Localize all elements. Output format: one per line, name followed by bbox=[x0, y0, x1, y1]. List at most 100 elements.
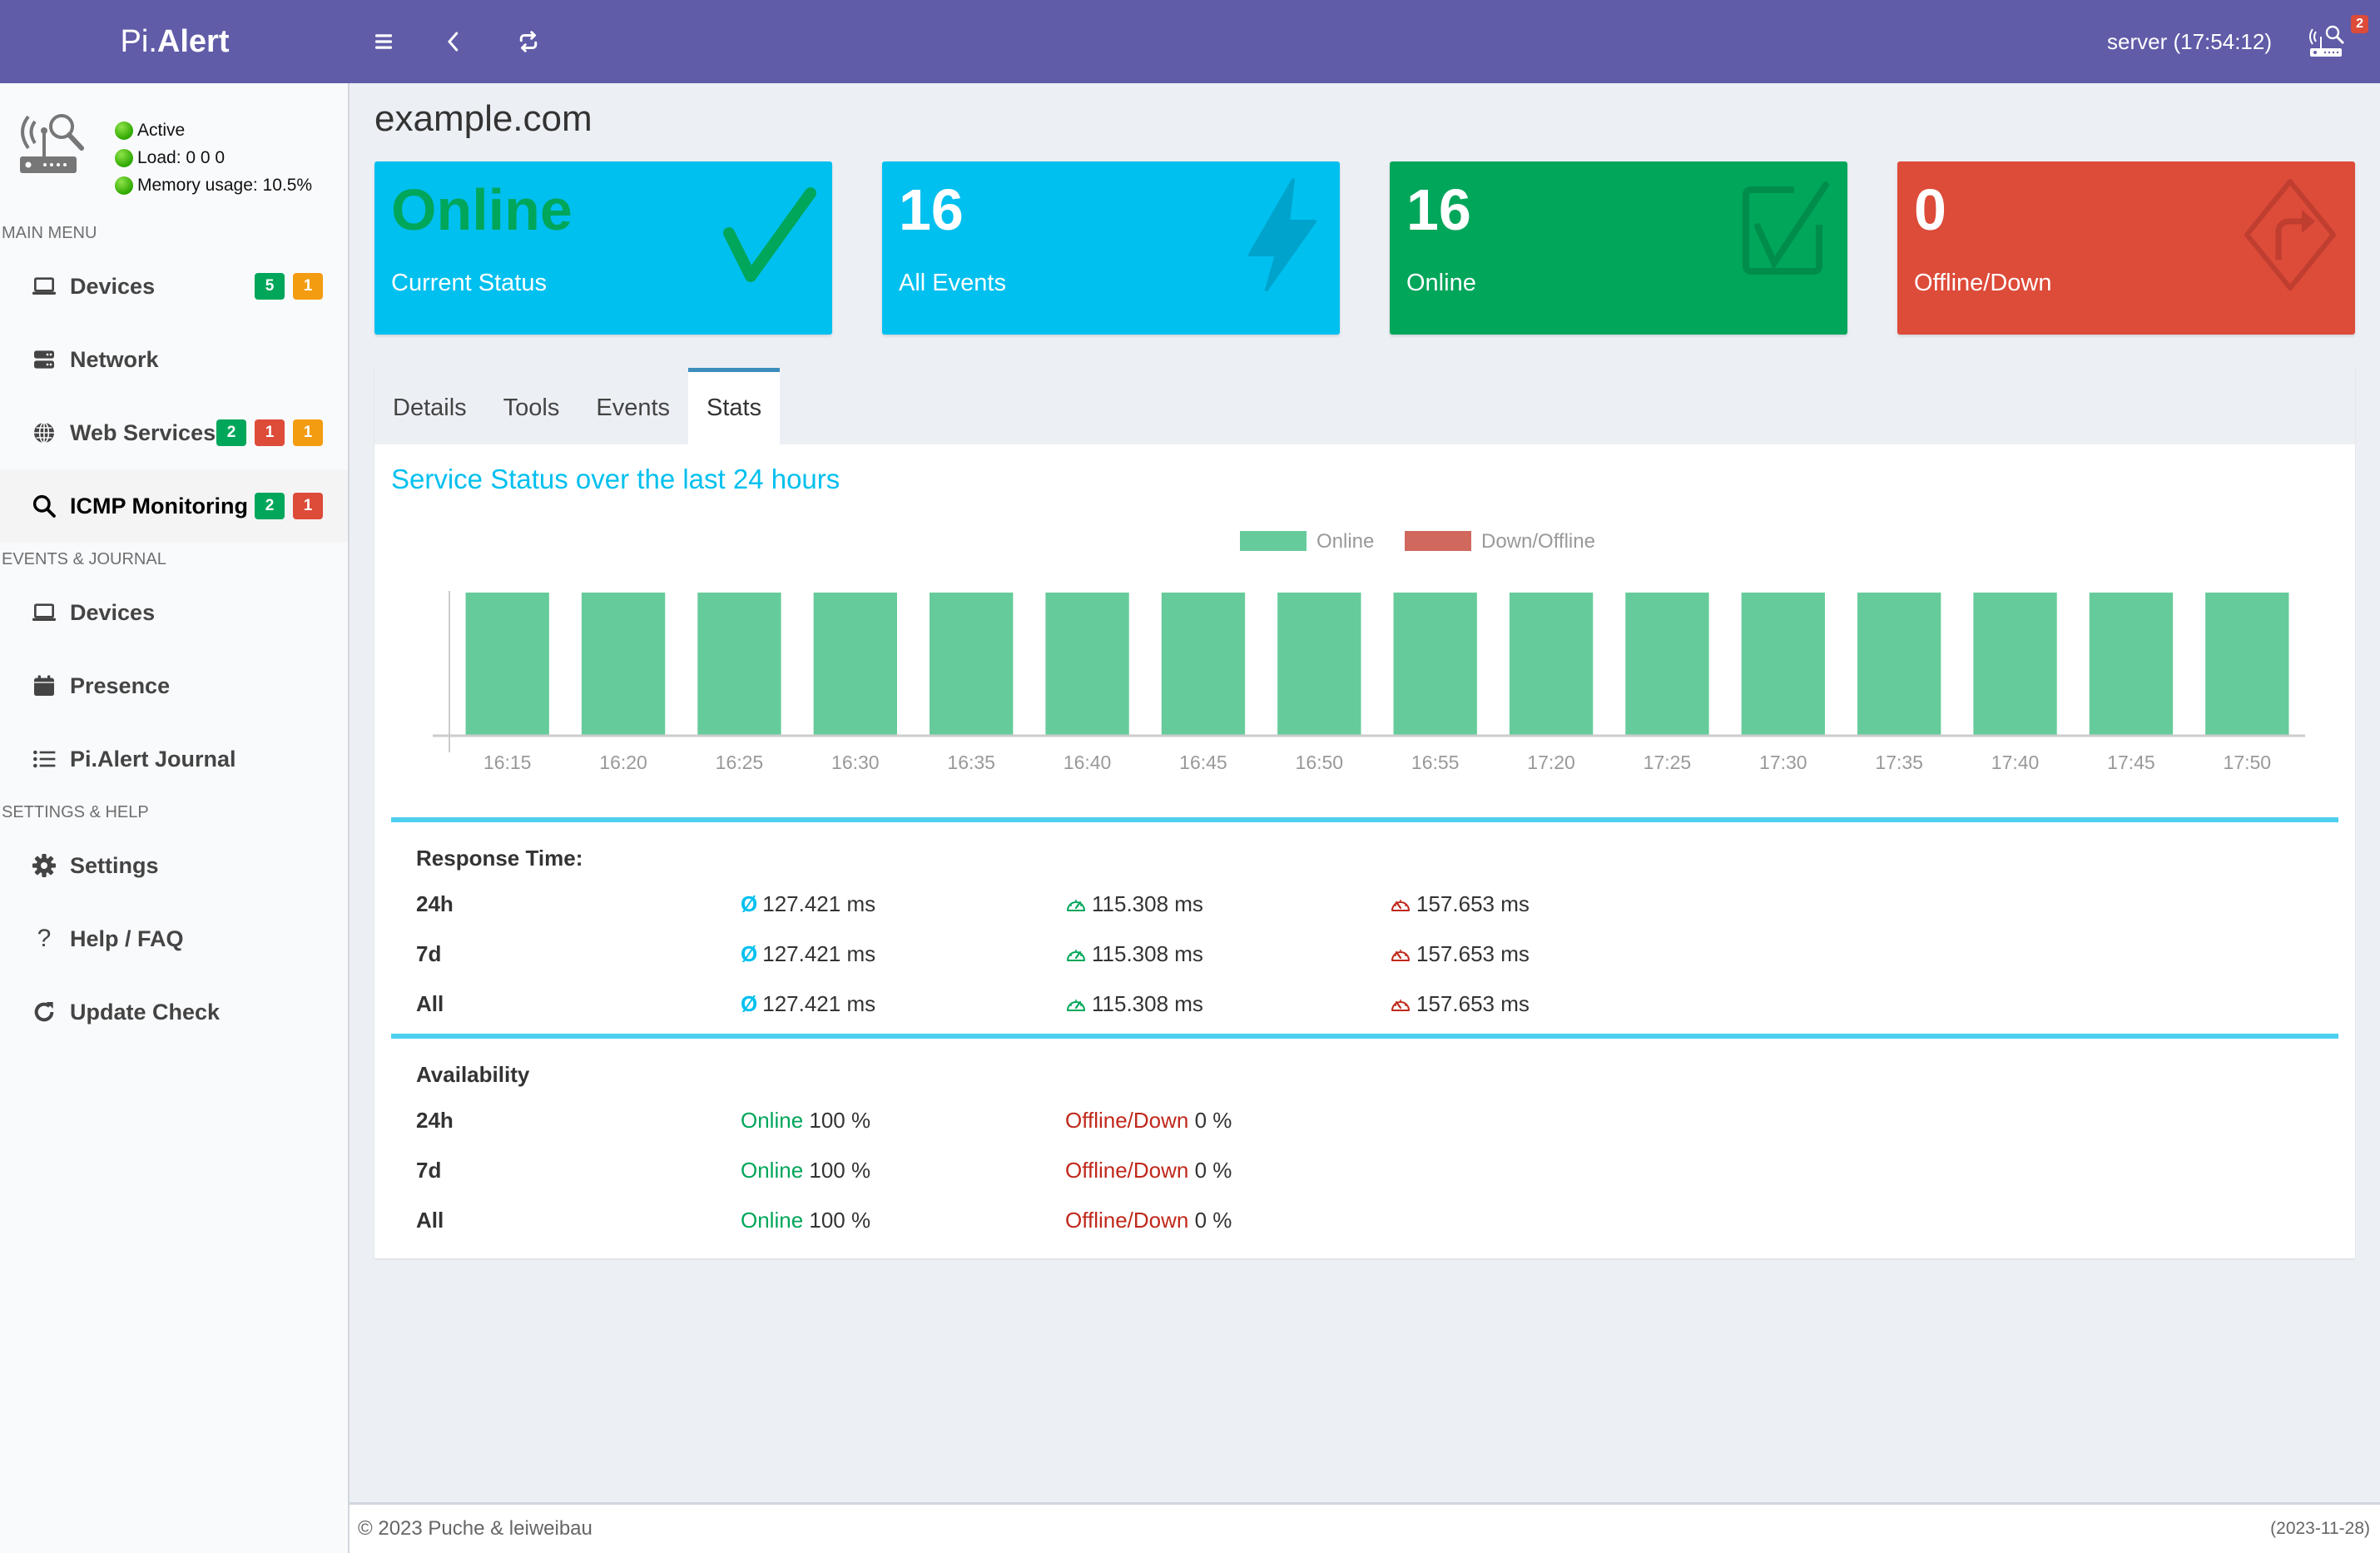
server-icon bbox=[30, 345, 58, 374]
info-box-value: Online bbox=[391, 177, 573, 242]
x-tick-label: 17:40 bbox=[1991, 752, 2040, 773]
info-box-label: Offline/Down bbox=[1914, 270, 2052, 296]
period-label: 7d bbox=[416, 1157, 442, 1183]
gear-icon bbox=[30, 851, 58, 880]
status-memory-text: Memory usage: 10.5% bbox=[137, 176, 313, 195]
chart-title: Service Status over the last 24 hours bbox=[391, 464, 840, 494]
average-icon: Ø bbox=[741, 940, 758, 966]
info-box-value: 16 bbox=[899, 177, 964, 242]
average-icon: Ø bbox=[741, 990, 758, 1016]
sidebar-item-help[interactable]: ? Help / FAQ bbox=[0, 902, 348, 975]
response-time-row: All Ø 127.421 ms 115.308 ms 157.653 ms bbox=[416, 979, 2313, 1029]
sidebar-item-settings[interactable]: Settings bbox=[0, 829, 348, 902]
sidebar-item-label: Help / FAQ bbox=[70, 925, 184, 951]
app-logo[interactable]: Pi. Alert bbox=[0, 0, 350, 83]
sidebar-item-web-services[interactable]: Web Services 2 1 1 bbox=[0, 396, 348, 469]
legend-swatch-online bbox=[1240, 531, 1307, 551]
average-icon: Ø bbox=[741, 891, 758, 916]
sidebar-item-events-devices[interactable]: Devices bbox=[0, 576, 348, 649]
sidebar-item-icmp-monitoring[interactable]: ICMP Monitoring 2 1 bbox=[0, 469, 348, 543]
bar-online bbox=[1277, 593, 1361, 736]
badge-count: 5 bbox=[255, 273, 285, 300]
section-header-events: EVENTS & JOURNAL bbox=[2, 550, 166, 568]
gauge-low-icon bbox=[1065, 891, 1092, 916]
bar-online bbox=[813, 593, 897, 736]
sidebar-item-label: Update Check bbox=[70, 999, 221, 1025]
menu-icon bbox=[375, 34, 392, 49]
sidebar-item-label: Presence bbox=[70, 672, 171, 698]
system-status-panel: Active Load: 0 0 0 Memory usage: 10.5% bbox=[0, 83, 348, 216]
tab-bar: Details Tools Events Stats bbox=[374, 368, 2355, 444]
sidebar-item-label: Web Services bbox=[70, 419, 216, 445]
status-load-text: Load: 0 0 0 bbox=[137, 148, 226, 167]
min-response: 115.308 ms bbox=[1065, 891, 1390, 917]
info-box-offline[interactable]: 0 Offline/Down bbox=[1897, 161, 2355, 335]
details-tab-panel: Details Tools Events Stats Service Statu… bbox=[374, 368, 2355, 1258]
tab-stats[interactable]: Stats bbox=[688, 368, 781, 444]
tab-tools[interactable]: Tools bbox=[485, 371, 578, 444]
max-response: 157.653 ms bbox=[1390, 891, 1714, 917]
diamond-turn-right-icon bbox=[2244, 179, 2336, 290]
x-tick-label: 16:15 bbox=[483, 752, 532, 773]
reload-button[interactable] bbox=[508, 21, 549, 62]
x-tick-label: 16:50 bbox=[1296, 752, 1344, 773]
router-search-icon[interactable] bbox=[2307, 23, 2347, 60]
bar-online bbox=[930, 593, 1014, 736]
bar-online bbox=[1161, 593, 1246, 736]
avg-response: Ø 127.421 ms bbox=[741, 990, 876, 1016]
info-box-online[interactable]: 16 Online bbox=[1390, 161, 1847, 335]
online-percentage: Online 100 % bbox=[741, 1157, 871, 1183]
x-tick-label: 17:30 bbox=[1759, 752, 1807, 773]
sidebar-item-label: Devices bbox=[70, 599, 156, 625]
availability-row: 7d Online 100 % Offline/Down 0 % bbox=[416, 1145, 2313, 1195]
info-box-current-status[interactable]: Online Current Status bbox=[374, 161, 832, 335]
status-active-text: Active bbox=[137, 121, 186, 140]
bar-online bbox=[2205, 593, 2289, 736]
sidebar-item-journal[interactable]: Pi.Alert Journal bbox=[0, 722, 348, 796]
availability-row: All Online 100 % Offline/Down 0 % bbox=[416, 1195, 2313, 1245]
info-box-all-events[interactable]: 16 All Events bbox=[882, 161, 1340, 335]
footer: © 2023 Puche & leiweibau (2023-11-28) bbox=[350, 1502, 2380, 1553]
sidebar-item-presence[interactable]: Presence bbox=[0, 649, 348, 722]
laptop-icon bbox=[30, 272, 58, 300]
footer-copyright: © 2023 Puche & leiweibau bbox=[358, 1517, 593, 1540]
sidebar: Active Load: 0 0 0 Memory usage: 10.5% M… bbox=[0, 83, 350, 1553]
response-time-heading: Response Time: bbox=[416, 846, 583, 871]
tab-details[interactable]: Details bbox=[374, 371, 485, 444]
response-time-row: 24h Ø 127.421 ms 115.308 ms 157.653 ms bbox=[416, 879, 2313, 929]
sidebar-item-update-check[interactable]: Update Check bbox=[0, 975, 348, 1049]
refresh-icon bbox=[30, 998, 58, 1026]
info-box-value: 0 bbox=[1914, 177, 1946, 242]
bar-online bbox=[1741, 593, 1825, 736]
stats-tab-content: Service Status over the last 24 hours On… bbox=[374, 444, 2355, 1258]
sidebar-item-network[interactable]: Network bbox=[0, 323, 348, 396]
info-boxes: Online Current Status 16 All Events 16 O… bbox=[374, 161, 2355, 335]
x-tick-label: 16:40 bbox=[1064, 752, 1112, 773]
sidebar-item-devices[interactable]: Devices 5 1 bbox=[0, 250, 348, 323]
x-tick-label: 16:20 bbox=[599, 752, 647, 773]
x-tick-label: 16:35 bbox=[947, 752, 995, 773]
info-box-label: Online bbox=[1406, 270, 1476, 296]
check-icon bbox=[723, 187, 816, 282]
badge-count: 1 bbox=[293, 419, 323, 446]
info-box-value: 16 bbox=[1406, 177, 1471, 242]
footer-version-date: (2023-11-28) bbox=[2270, 1519, 2370, 1538]
sidebar-toggle-button[interactable] bbox=[363, 21, 404, 62]
x-tick-label: 17:50 bbox=[2224, 752, 2272, 773]
logo-text-bold: Alert bbox=[156, 23, 230, 59]
gauge-low-icon bbox=[1065, 991, 1092, 1016]
badge-count: 2 bbox=[216, 419, 246, 446]
tab-events[interactable]: Events bbox=[578, 371, 688, 444]
sidebar-item-label: Settings bbox=[70, 852, 159, 878]
availability-heading: Availability bbox=[416, 1062, 530, 1087]
back-button[interactable] bbox=[433, 21, 474, 62]
max-response: 157.653 ms bbox=[1390, 991, 1714, 1017]
legend-label: Down/Offline bbox=[1481, 530, 1595, 553]
main-content: example.com Online Current Status 16 All… bbox=[374, 83, 2355, 1258]
bolt-icon bbox=[1248, 178, 1316, 291]
x-tick-label: 17:25 bbox=[1644, 752, 1692, 773]
back-icon bbox=[448, 32, 459, 52]
avg-response: Ø 127.421 ms bbox=[741, 940, 876, 966]
badge-count: 1 bbox=[293, 493, 323, 519]
status-dot-icon bbox=[115, 121, 133, 140]
